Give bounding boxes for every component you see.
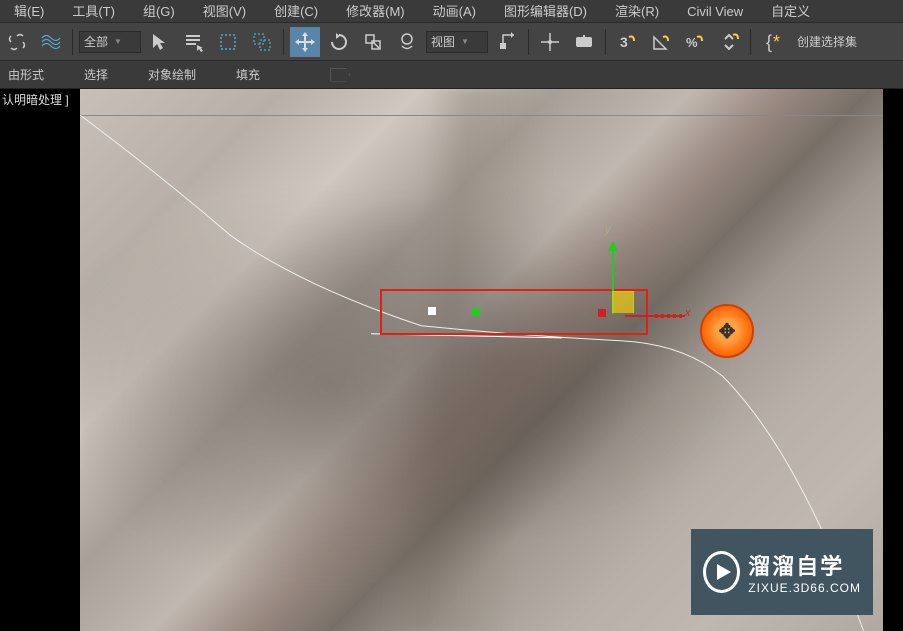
toolbar-separator [72, 29, 73, 55]
vertex-handle-selected[interactable] [472, 308, 480, 316]
category-freeform[interactable]: 由形式 [8, 66, 44, 83]
chevron-down-icon: ▼ [461, 37, 469, 46]
menu-animation[interactable]: 动画(A) [419, 0, 490, 23]
svg-text:3: 3 [620, 34, 628, 50]
menu-modifiers[interactable]: 修改器(M) [332, 0, 419, 23]
rectangular-selection-button[interactable] [213, 27, 243, 57]
viewport-main[interactable]: y x ✥ 溜溜自学 ZIXUE.3D66.COM [80, 89, 903, 631]
chevron-down-icon: ▼ [114, 37, 122, 46]
create-selection-set-field[interactable]: 创建选择集 [791, 27, 863, 57]
keyboard-shortcut-override-button[interactable] [569, 27, 599, 57]
snap-toggle-button[interactable]: 3 [612, 27, 642, 57]
move-icon: ✥ [719, 319, 736, 344]
svg-text:{: { [766, 32, 772, 52]
svg-text:%: % [686, 35, 698, 50]
unlink-button[interactable] [2, 27, 32, 57]
gizmo-y-label: y [605, 224, 611, 236]
menu-civil-view[interactable]: Civil View [673, 0, 757, 23]
window-crossing-button[interactable] [247, 27, 277, 57]
gizmo-xy-plane[interactable] [612, 291, 634, 313]
menu-graph-editors[interactable]: 图形编辑器(D) [490, 0, 601, 23]
toolbar-separator [605, 29, 606, 55]
move-gizmo-handle[interactable]: ✥ [700, 304, 754, 358]
vertex-handle[interactable] [428, 307, 436, 315]
watermark-badge: 溜溜自学 ZIXUE.3D66.COM [691, 529, 873, 615]
watermark-url: ZIXUE.3D66.COM [748, 581, 861, 595]
spinner-snap-button[interactable] [714, 27, 744, 57]
category-bar: 由形式 选择 对象绘制 填充 [0, 61, 903, 89]
viewport-left-margin: 认明暗处理 ] [0, 89, 80, 631]
angle-snap-button[interactable] [646, 27, 676, 57]
menu-group[interactable]: 组(G) [129, 0, 189, 23]
percent-snap-button[interactable]: % [680, 27, 710, 57]
gizmo-x-label: x [685, 307, 691, 319]
select-object-button[interactable] [145, 27, 175, 57]
gizmo-x-axis-dash[interactable] [655, 314, 685, 318]
menu-render[interactable]: 渲染(R) [601, 0, 673, 23]
tag-icon[interactable] [330, 68, 350, 82]
toolbar-separator [283, 29, 284, 55]
select-move-button[interactable] [290, 27, 320, 57]
menu-edit[interactable]: 辑(E) [0, 0, 58, 23]
use-pivot-center-button[interactable] [492, 27, 522, 57]
svg-text:*: * [773, 32, 780, 52]
select-by-name-button[interactable] [179, 27, 209, 57]
watermark-text: 溜溜自学 ZIXUE.3D66.COM [748, 549, 861, 595]
category-object-paint[interactable]: 对象绘制 [148, 66, 196, 83]
select-place-button[interactable] [392, 27, 422, 57]
viewport-area: 认明暗处理 ] y x ✥ 溜溜自学 ZI [0, 89, 903, 631]
reference-coord-label: 视图 [431, 33, 455, 50]
named-selection-sets-button[interactable]: {* [757, 27, 787, 57]
select-rotate-button[interactable] [324, 27, 354, 57]
viewport-right-edge [883, 89, 903, 631]
menu-create[interactable]: 创建(C) [260, 0, 332, 23]
selection-filter-label: 全部 [84, 33, 108, 50]
viewport-shading-label[interactable]: 认明暗处理 ] [2, 91, 69, 108]
watermark-title: 溜溜自学 [748, 549, 861, 581]
main-menu-bar: 辑(E) 工具(T) 组(G) 视图(V) 创建(C) 修改器(M) 动画(A)… [0, 0, 903, 23]
toolbar-separator [750, 29, 751, 55]
toolbar-separator [528, 29, 529, 55]
transform-gizmo[interactable]: y x [600, 269, 700, 369]
selection-filter-dropdown[interactable]: 全部 ▼ [79, 31, 141, 53]
menu-view[interactable]: 视图(V) [189, 0, 260, 23]
menu-customize[interactable]: 自定义 [757, 0, 824, 23]
category-fill[interactable]: 填充 [236, 66, 260, 83]
bind-spacewarp-button[interactable] [36, 27, 66, 57]
category-select[interactable]: 选择 [84, 66, 108, 83]
menu-tools[interactable]: 工具(T) [58, 0, 129, 23]
main-toolbar: 全部 ▼ 视图 ▼ 3 % [0, 23, 903, 61]
reference-coord-dropdown[interactable]: 视图 ▼ [426, 31, 488, 53]
select-manipulate-button[interactable] [535, 27, 565, 57]
play-icon [703, 551, 740, 593]
select-scale-button[interactable] [358, 27, 388, 57]
